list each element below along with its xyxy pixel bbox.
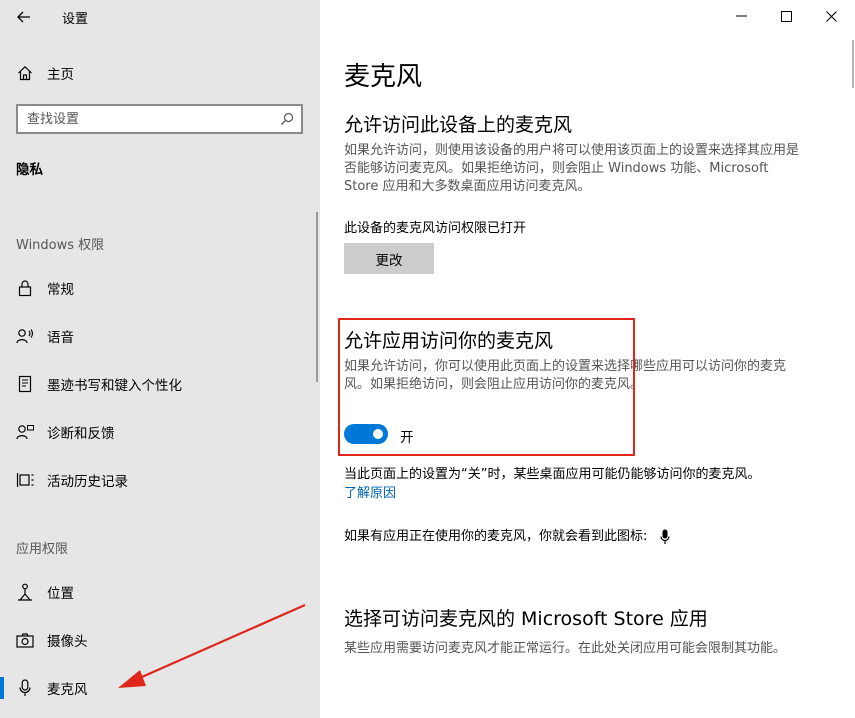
sidebar-item-label: 摄像头	[47, 634, 88, 650]
close-icon	[825, 10, 837, 22]
sidebar-scrollbar[interactable]	[316, 212, 318, 382]
selected-indicator	[0, 677, 4, 699]
main-scrollbar[interactable]	[852, 40, 854, 88]
location-icon	[15, 582, 35, 602]
lock-icon	[15, 278, 35, 298]
app-access-description: 如果允许访问，你可以使用此页面上的设置来选择哪些应用可以访问你的麦克风。如果拒绝…	[344, 359, 787, 392]
learn-more-link[interactable]: 了解原因	[344, 482, 396, 501]
mic-in-use-hint-row: 如果有应用正在使用你的麦克风，你就会看到此图标:	[344, 525, 670, 545]
feedback-icon	[15, 422, 35, 442]
maximize-button[interactable]	[764, 0, 808, 32]
sidebar-item-label: 墨迹书写和键入个性化	[47, 378, 182, 394]
sidebar-item-label: 诊断和反馈	[47, 426, 115, 442]
sidebar-item-label: 主页	[47, 67, 74, 83]
sidebar-item-label: 麦克风	[47, 682, 88, 698]
sidebar-item-inking[interactable]: 墨迹书写和键入个性化	[0, 366, 320, 402]
sidebar-item-microphone[interactable]: 麦克风	[0, 670, 320, 706]
group-header-app-permissions: 应用权限	[16, 542, 69, 557]
title-bar-left: 设置	[0, 0, 320, 34]
sidebar: 设置 主页 隐私 Windows 权限 常规 语音 墨迹书写和键入个性化	[0, 0, 320, 718]
timeline-icon	[15, 470, 35, 490]
sidebar-item-label: 位置	[47, 586, 74, 602]
home-icon	[16, 64, 34, 82]
app-access-heading: 允许应用访问你的麦克风	[344, 330, 554, 352]
speech-icon	[15, 326, 35, 346]
toggle-state-label: 开	[400, 430, 414, 446]
sidebar-item-home[interactable]: 主页	[0, 58, 320, 88]
microphone-in-use-icon	[659, 529, 670, 544]
minimize-button[interactable]	[719, 0, 763, 32]
app-access-toggle[interactable]	[344, 424, 388, 444]
sidebar-item-label: 活动历史记录	[47, 474, 128, 490]
section-title: 隐私	[16, 162, 43, 178]
sidebar-item-activity-history[interactable]: 活动历史记录	[0, 462, 320, 498]
back-arrow-icon	[17, 11, 30, 23]
sidebar-item-label: 语音	[47, 330, 74, 346]
main-content: 麦克风 允许访问此设备上的麦克风 如果允许访问，则使用该设备的用户将可以使用该页…	[320, 0, 855, 718]
sidebar-item-general[interactable]: 常规	[0, 270, 320, 306]
store-apps-description: 某些应用需要访问麦克风才能正常运行。在此处关闭应用可能会限制其功能。	[344, 641, 787, 656]
desktop-apps-note: 当此页面上的设置为“关”时，某些桌面应用可能仍能够访问你的麦克风。	[344, 467, 761, 482]
device-access-description: 如果允许访问，则使用该设备的用户将可以使用该页面上的设置来选择其应用是否能够访问…	[344, 143, 800, 194]
group-header-windows-permissions: Windows 权限	[16, 238, 105, 253]
mic-in-use-hint: 如果有应用正在使用你的麦克风，你就会看到此图标:	[344, 529, 648, 544]
camera-icon	[15, 630, 35, 650]
toggle-knob	[373, 429, 383, 439]
search-icon[interactable]	[280, 112, 294, 126]
sidebar-item-label: 常规	[47, 282, 74, 298]
microphone-icon	[15, 678, 35, 698]
device-access-status: 此设备的麦克风访问权限已打开	[344, 221, 527, 236]
change-button[interactable]: 更改	[344, 243, 434, 274]
sidebar-item-location[interactable]: 位置	[0, 574, 320, 610]
page-title: 麦克风	[344, 62, 423, 92]
search-box[interactable]	[16, 104, 303, 134]
back-button[interactable]	[10, 4, 38, 30]
sidebar-item-speech[interactable]: 语音	[0, 318, 320, 354]
maximize-icon	[780, 10, 792, 22]
sidebar-item-camera[interactable]: 摄像头	[0, 622, 320, 658]
inking-icon	[15, 374, 35, 394]
search-input[interactable]	[18, 106, 258, 132]
close-button[interactable]	[809, 0, 853, 32]
store-apps-heading: 选择可访问麦克风的 Microsoft Store 应用	[344, 608, 708, 630]
device-access-heading: 允许访问此设备上的麦克风	[344, 114, 573, 136]
minimize-icon	[735, 15, 747, 17]
sidebar-item-diagnostics[interactable]: 诊断和反馈	[0, 414, 320, 450]
app-title: 设置	[62, 12, 89, 27]
